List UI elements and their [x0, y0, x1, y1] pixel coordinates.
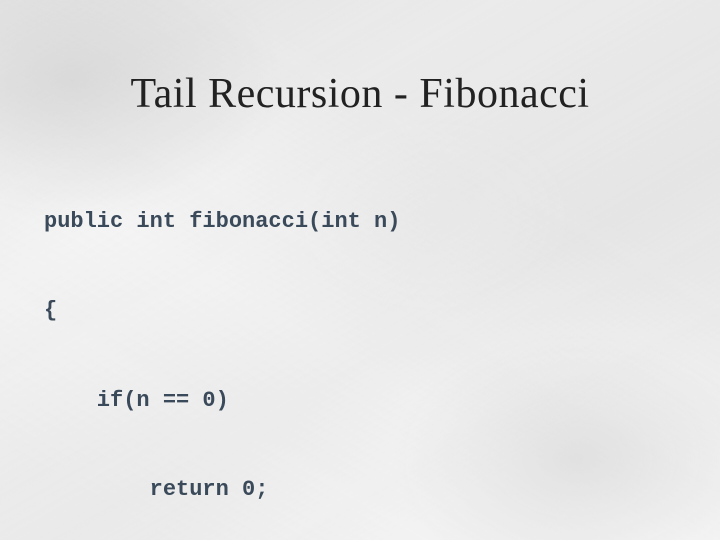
code-line: public int fibonacci(int n) — [44, 207, 680, 237]
code-line: if(n == 0) — [44, 386, 680, 416]
code-line: { — [44, 296, 680, 326]
slide-title: Tail Recursion - Fibonacci — [40, 70, 680, 118]
code-block: public int fibonacci(int n) { if(n == 0)… — [44, 148, 680, 540]
code-line: return 0; — [44, 475, 680, 505]
slide-container: Tail Recursion - Fibonacci public int fi… — [0, 0, 720, 540]
